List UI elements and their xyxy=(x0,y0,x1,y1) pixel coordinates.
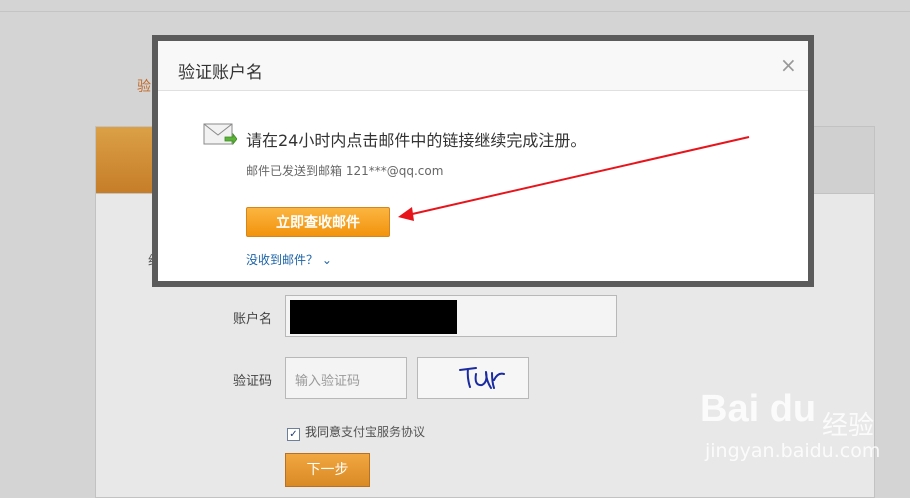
watermark-logo: Bai du xyxy=(700,388,817,430)
watermark-label: 经验 xyxy=(822,411,875,441)
watermark-url: jingyan.baidu.com xyxy=(705,440,881,462)
